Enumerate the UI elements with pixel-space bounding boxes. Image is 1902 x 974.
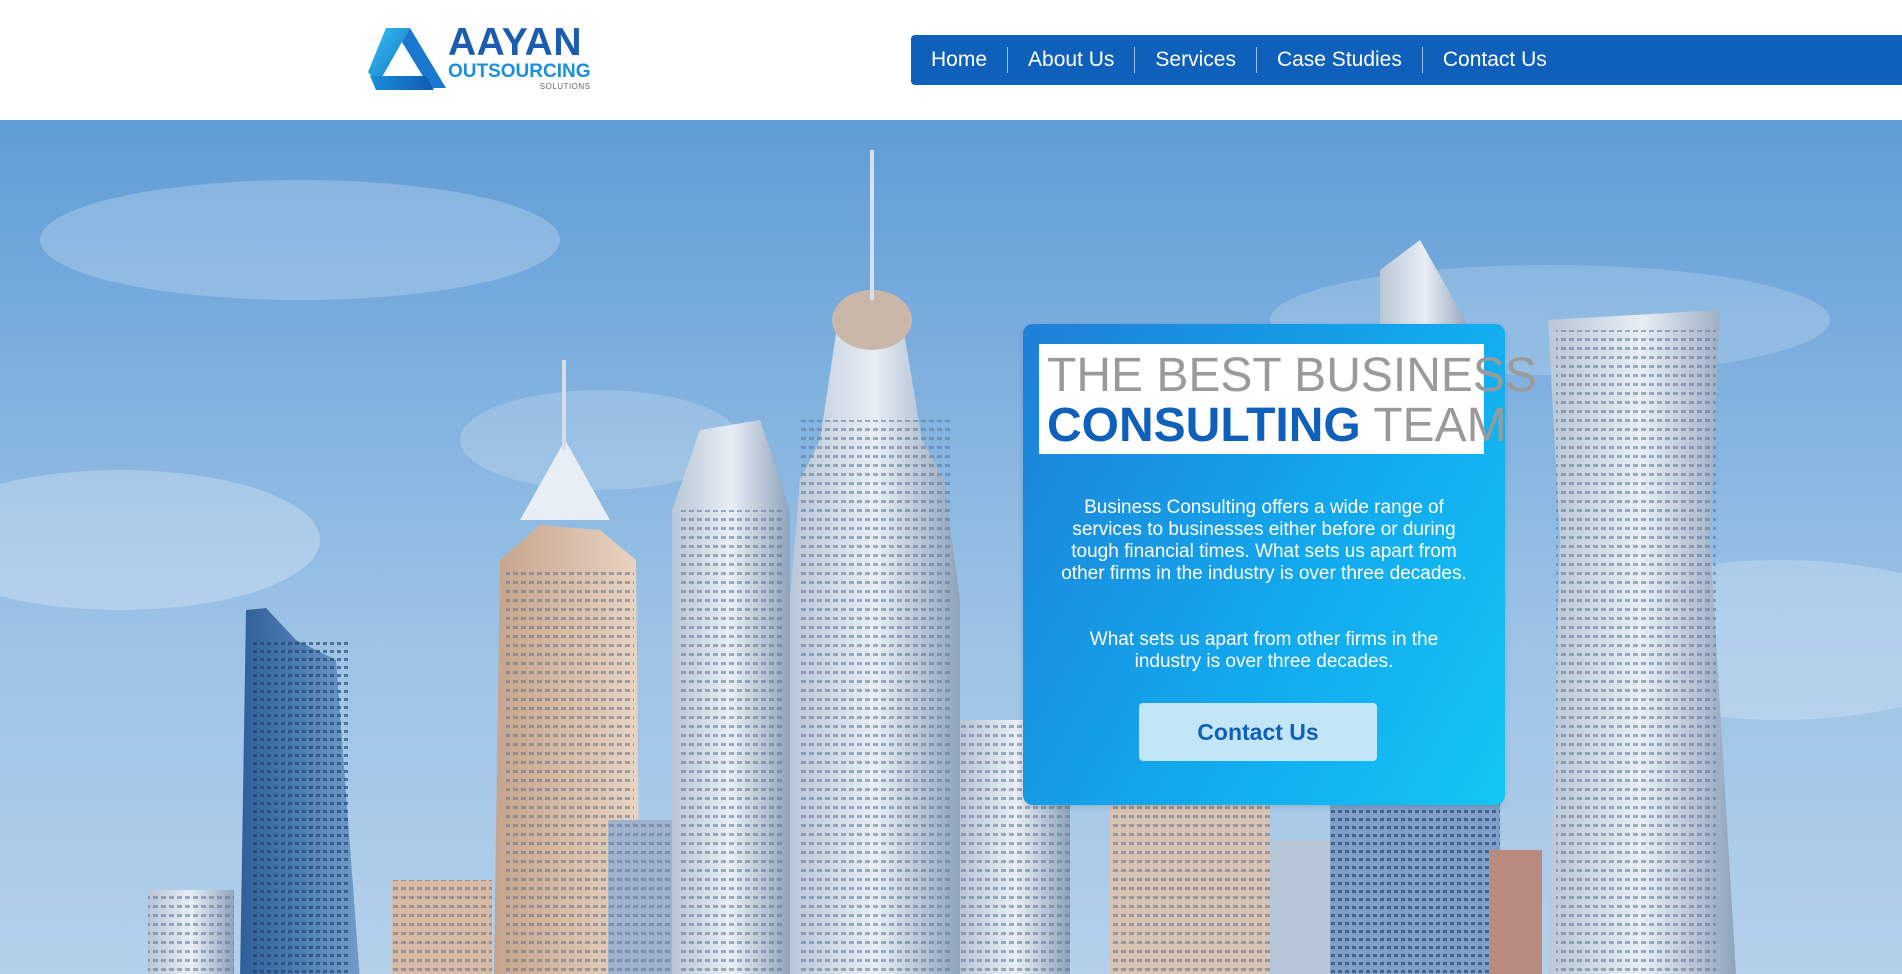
site-header: AAYAN OUTSOURCING SOLUTIONS Home About U… — [0, 0, 1902, 120]
headline-line-1: THE BEST BUSINESS — [1047, 349, 1537, 402]
skyline-background-image — [0, 150, 1902, 974]
logo-triangle-icon — [368, 28, 446, 90]
nav-item-contact-us[interactable]: Contact Us — [1421, 47, 1567, 73]
brand-tagline: SOLUTIONS — [539, 82, 591, 91]
brand-subname: OUTSOURCING — [448, 61, 591, 82]
headline-emphasis: CONSULTING — [1047, 399, 1361, 452]
hero-section: THE BEST BUSINESS CONSULTING TEAM Busine… — [0, 120, 1902, 974]
contact-us-button[interactable]: Contact Us — [1139, 703, 1377, 761]
brand-name: AAYAN — [448, 21, 583, 64]
nav-item-about-us[interactable]: About Us — [1007, 47, 1134, 73]
nav-item-home[interactable]: Home — [911, 47, 1007, 73]
nav-item-case-studies[interactable]: Case Studies — [1255, 47, 1422, 73]
headline-box: THE BEST BUSINESS CONSULTING TEAM — [1039, 344, 1537, 454]
hero-card: THE BEST BUSINESS CONSULTING TEAM Busine… — [1023, 324, 1537, 805]
headline-line-2: CONSULTING TEAM — [1047, 400, 1507, 452]
hero-paragraph-2: What sets us apart from other firms in t… — [1089, 629, 1439, 672]
headline-suffix: TEAM — [1360, 399, 1507, 452]
brand-logo[interactable]: AAYAN OUTSOURCING SOLUTIONS — [368, 21, 591, 94]
hero-paragraph-1: Business Consulting offers a wide range … — [1061, 497, 1467, 584]
nav-item-services[interactable]: Services — [1134, 47, 1256, 73]
main-nav: Home About Us Services Case Studies Cont… — [911, 35, 1902, 85]
